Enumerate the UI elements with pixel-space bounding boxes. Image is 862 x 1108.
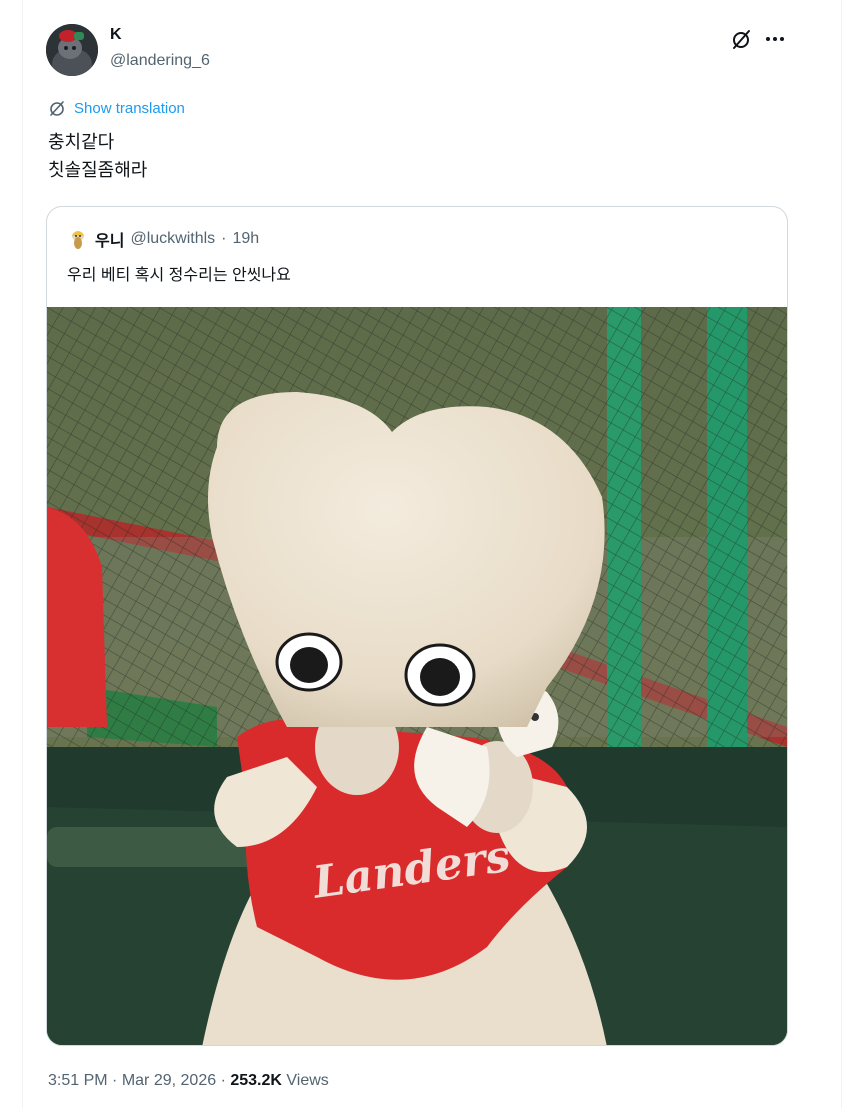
views-label: Views (286, 1072, 329, 1089)
quoted-avatar[interactable] (67, 228, 89, 250)
quoted-timestamp[interactable]: 19h (232, 230, 259, 248)
author-avatar[interactable] (46, 24, 98, 76)
tweet-time[interactable]: 3:51 PM (48, 1072, 108, 1089)
quoted-author-name[interactable]: 우니 (95, 227, 124, 251)
tweet-body: 충치같다 칫솔질좀해라 (48, 128, 147, 184)
grok-button[interactable] (728, 26, 754, 52)
quoted-photo[interactable]: Landers (47, 307, 787, 1046)
tweet-metadata: 3:51 PM · Mar 29, 2026 · 253.2K Views (48, 1072, 329, 1090)
show-translation-link[interactable]: Show translation (48, 99, 185, 117)
tweet-line: 칫솔질좀해라 (48, 160, 148, 180)
show-translation-label: Show translation (74, 99, 185, 117)
slashed-circle-icon (733, 30, 750, 49)
globe-slash-icon (50, 101, 64, 116)
meta-separator: · (112, 1072, 118, 1089)
meta-separator: · (220, 1072, 226, 1089)
quoted-tweet-card[interactable]: 우니 @luckwithls · 19h 우리 베티 혹시 정수리는 안씻나요 (46, 206, 788, 1046)
views-count[interactable]: 253.2K (230, 1072, 282, 1089)
author-name[interactable]: K (110, 26, 122, 44)
quoted-separator: · (221, 230, 227, 247)
tweet-line: 충치같다 (48, 132, 115, 152)
tweet-date[interactable]: Mar 29, 2026 (122, 1072, 216, 1089)
quoted-tweet-header: 우니 @luckwithls · 19h (67, 227, 259, 251)
quoted-author-handle[interactable]: @luckwithls (130, 230, 215, 248)
author-handle[interactable]: @landering_6 (110, 52, 210, 70)
quoted-tweet-text: 우리 베티 혹시 정수리는 안씻나요 (67, 267, 291, 284)
more-horizontal-icon (766, 37, 784, 41)
more-options-button[interactable] (762, 26, 788, 52)
